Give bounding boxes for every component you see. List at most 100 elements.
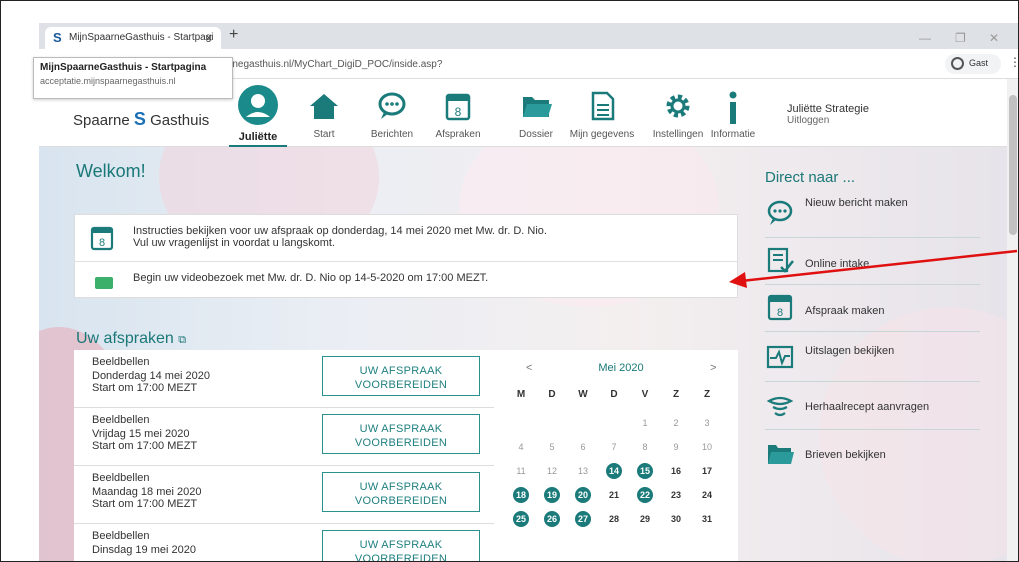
sidebar-item-repeat-prescription[interactable]: Herhaalrecept aanvragen xyxy=(765,383,980,430)
button-line: VOORBEREIDEN xyxy=(354,495,448,507)
sidebar-item-label: Nieuw bericht maken xyxy=(805,197,908,209)
notice-instructions[interactable]: 8 Instructies bekijken voor uw afspraak … xyxy=(75,215,737,262)
sidebar-item-online-intake[interactable]: Online intake xyxy=(765,238,980,285)
nav-label: Start xyxy=(313,129,335,140)
sidebar-item-label: Uitslagen bekijken xyxy=(805,345,895,357)
user-avatar-icon xyxy=(238,85,278,125)
calendar-day[interactable]: 3 xyxy=(696,412,718,434)
browser-tab[interactable]: S MijnSpaarneGasthuis - Startpagi × xyxy=(45,27,221,49)
new-tab-button[interactable]: + xyxy=(229,26,238,44)
calendar-day[interactable]: 26 xyxy=(541,508,563,530)
nav-item-start[interactable]: Start xyxy=(289,79,359,147)
appointment-type: Beeldbellen xyxy=(92,414,150,426)
calendar-day[interactable]: 9 xyxy=(665,436,687,458)
nav-label: Dossier xyxy=(519,129,553,140)
nav-label: Informatie xyxy=(710,129,756,140)
main-column: Welkom! 8 Instructies bekijken voor uw a… xyxy=(65,147,741,561)
calendar-day[interactable]: 7 xyxy=(603,436,625,458)
calendar-day[interactable]: 1 xyxy=(634,412,656,434)
calendar-day[interactable]: 4 xyxy=(510,436,532,458)
sidebar-item-results[interactable]: Uitslagen bekijken xyxy=(765,335,980,382)
restore-icon[interactable]: ❐ xyxy=(955,31,966,45)
nav-label: Juliëtte xyxy=(238,131,278,143)
logout-link[interactable]: Uitloggen xyxy=(787,115,869,126)
nav-item-mijn-gegevens[interactable]: Mijn gegevens xyxy=(567,79,637,147)
svg-text:8: 8 xyxy=(99,237,105,249)
calendar-day[interactable]: 20 xyxy=(572,484,594,506)
appointments-heading-text: Uw afspraken xyxy=(76,330,174,347)
calendar-day[interactable]: 15 xyxy=(634,460,656,482)
calendar-day[interactable]: 10 xyxy=(696,436,718,458)
appointment-date: Dinsdag 19 mei 2020 xyxy=(92,544,196,556)
calendar-day[interactable]: 5 xyxy=(541,436,563,458)
calendar-day[interactable]: 17 xyxy=(696,460,718,482)
notice-video-visit[interactable]: Begin uw videobezoek met Mw. dr. D. Nio … xyxy=(75,262,737,299)
calendar-day[interactable]: 14 xyxy=(603,460,625,482)
home-icon xyxy=(307,91,341,121)
sidebar-item-letters[interactable]: Brieven bekijken xyxy=(765,431,980,478)
calendar-day[interactable]: 18 xyxy=(510,484,532,506)
scrollbar-thumb[interactable] xyxy=(1009,95,1017,235)
page-scrollbar[interactable] xyxy=(1007,79,1018,561)
notice-line: Vul uw vragenlijst in voordat u langskom… xyxy=(133,237,335,249)
site-logo[interactable]: Spaarne S Gasthuis xyxy=(73,109,209,130)
calendar-day[interactable]: 13 xyxy=(572,460,594,482)
nav-item-profile[interactable]: Juliëtte xyxy=(223,79,293,148)
calendar-next-button[interactable]: > xyxy=(710,362,716,374)
logo-s-mark: S xyxy=(133,109,146,129)
calendar-day[interactable]: 6 xyxy=(572,436,594,458)
prepare-appointment-button[interactable]: UW AFSPRAAK VOORBEREIDEN xyxy=(322,530,480,561)
nav-item-afspraken[interactable]: 8 Afspraken xyxy=(423,79,493,147)
appointments-heading[interactable]: Uw afspraken ⧉ xyxy=(76,330,186,348)
calendar-weekday: Z xyxy=(703,389,711,400)
prepare-appointment-button[interactable]: UW AFSPRAAK VOORBEREIDEN xyxy=(322,356,480,396)
direct-to-sidebar: Direct naar ... Nieuw bericht maken Onli… xyxy=(757,147,983,561)
button-line: VOORBEREIDEN xyxy=(354,437,448,449)
calendar-day[interactable]: 24 xyxy=(696,484,718,506)
calendar-day[interactable]: 19 xyxy=(541,484,563,506)
external-link-icon[interactable]: ⧉ xyxy=(178,334,186,346)
tooltip-url: acceptatie.mijnspaarnegasthuis.nl xyxy=(40,76,176,86)
appointment-row: Beeldbellen Donderdag 14 mei 2020 Start … xyxy=(74,350,494,408)
tab-close-icon[interactable]: × xyxy=(205,30,213,45)
calendar-day[interactable]: 8 xyxy=(634,436,656,458)
message-icon xyxy=(375,91,409,121)
calendar-weekday: W xyxy=(578,389,588,400)
menu-kebab-icon[interactable]: ⋮ xyxy=(1009,55,1018,69)
calendar-day[interactable]: 23 xyxy=(665,484,687,506)
calendar-day[interactable]: 28 xyxy=(603,508,625,530)
calendar-day[interactable]: 2 xyxy=(665,412,687,434)
nav-item-dossier[interactable]: Dossier xyxy=(501,79,571,147)
calendar-day[interactable]: 27 xyxy=(572,508,594,530)
appointment-time: Start om 17:00 MEZT xyxy=(92,498,198,510)
logo-text-gasthuis: Gasthuis xyxy=(150,112,210,129)
calendar-day[interactable]: 25 xyxy=(510,508,532,530)
calendar-day[interactable]: 22 xyxy=(634,484,656,506)
document-icon xyxy=(585,91,619,121)
window-close-icon[interactable]: ✕ xyxy=(989,31,999,45)
appointments-panel: Beeldbellen Donderdag 14 mei 2020 Start … xyxy=(74,350,738,561)
calendar-day[interactable]: 29 xyxy=(634,508,656,530)
appointment-type: Beeldbellen xyxy=(92,472,150,484)
url-text[interactable]: rnegasthuis.nl/MyChart_DigiD_POC/inside.… xyxy=(229,59,442,70)
notice-line: Instructies bekijken voor uw afspraak op… xyxy=(133,225,547,237)
nav-item-informatie[interactable]: Informatie xyxy=(707,79,759,147)
prepare-appointment-button[interactable]: UW AFSPRAAK VOORBEREIDEN xyxy=(322,472,480,512)
prescription-icon xyxy=(765,391,795,419)
calendar-day[interactable]: 16 xyxy=(665,460,687,482)
calendar-day[interactable]: 31 xyxy=(696,508,718,530)
sidebar-item-new-message[interactable]: Nieuw bericht maken xyxy=(765,191,980,238)
svg-text:8: 8 xyxy=(455,105,462,119)
calendar-day[interactable]: 11 xyxy=(510,460,532,482)
prepare-appointment-button[interactable]: UW AFSPRAAK VOORBEREIDEN xyxy=(322,414,480,454)
calendar-day[interactable]: 12 xyxy=(541,460,563,482)
sidebar-item-label: Afspraak maken xyxy=(805,305,885,317)
checklist-icon xyxy=(765,246,795,274)
calendar-day[interactable]: 21 xyxy=(603,484,625,506)
minimize-icon[interactable]: — xyxy=(919,31,931,45)
nav-item-instellingen[interactable]: Instellingen xyxy=(643,79,713,147)
sidebar-item-make-appointment[interactable]: 8 Afspraak maken xyxy=(765,285,980,332)
profile-button[interactable]: Gast xyxy=(945,54,1001,74)
calendar-day[interactable]: 30 xyxy=(665,508,687,530)
nav-item-berichten[interactable]: Berichten xyxy=(357,79,427,147)
